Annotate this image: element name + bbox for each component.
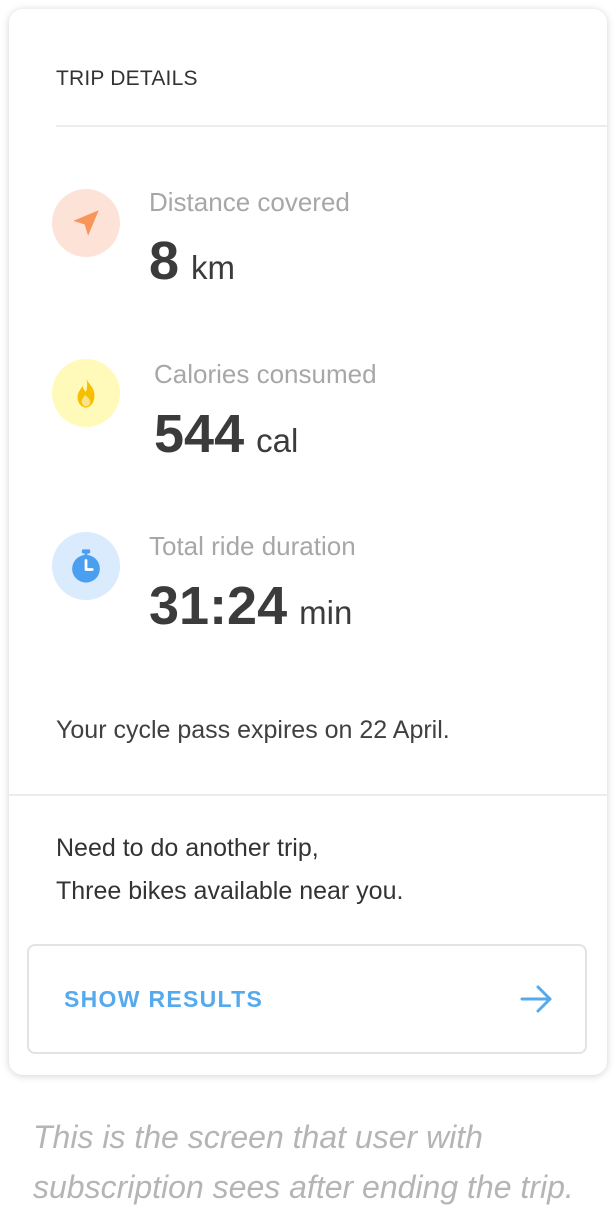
pass-expiry-notice: Your cycle pass expires on 22 April. bbox=[56, 716, 450, 744]
promo-line: Need to do another trip, bbox=[56, 834, 319, 862]
promo-message: Need to do another trip, Three bikes ava… bbox=[56, 827, 403, 913]
stat-unit: min bbox=[299, 594, 353, 631]
stat-number: 544 bbox=[154, 404, 245, 464]
stat-label: Distance covered bbox=[149, 187, 350, 217]
stat-value: 8 km bbox=[149, 230, 235, 292]
flame-icon bbox=[52, 359, 120, 427]
trip-details-card: TRIP DETAILS Distance covered 8 km Calori… bbox=[9, 9, 607, 1075]
arrow-right-icon bbox=[519, 984, 555, 1014]
show-results-button[interactable]: SHOW RESULTS bbox=[27, 944, 587, 1054]
show-results-label: SHOW RESULTS bbox=[64, 985, 264, 1012]
caption-line: This is the screen that user with bbox=[33, 1119, 483, 1155]
caption-line: subscription sees after ending the trip. bbox=[33, 1169, 574, 1205]
section-title: TRIP DETAILS bbox=[56, 67, 198, 90]
divider bbox=[9, 794, 607, 796]
stat-label: Total ride duration bbox=[149, 531, 356, 561]
stat-number: 8 bbox=[149, 231, 180, 291]
stat-unit: cal bbox=[256, 422, 299, 459]
stat-label: Calories consumed bbox=[154, 359, 377, 389]
promo-line: Three bikes available near you. bbox=[56, 877, 404, 905]
stat-value: 31:24 min bbox=[149, 575, 352, 637]
divider bbox=[56, 125, 607, 127]
stat-unit: km bbox=[191, 249, 236, 286]
caption: This is the screen that user with subscr… bbox=[33, 1112, 574, 1212]
stopwatch-icon bbox=[52, 532, 120, 600]
stat-value: 544 cal bbox=[154, 403, 298, 465]
navigation-arrow-icon bbox=[52, 189, 120, 257]
stat-number: 31:24 bbox=[149, 576, 288, 636]
